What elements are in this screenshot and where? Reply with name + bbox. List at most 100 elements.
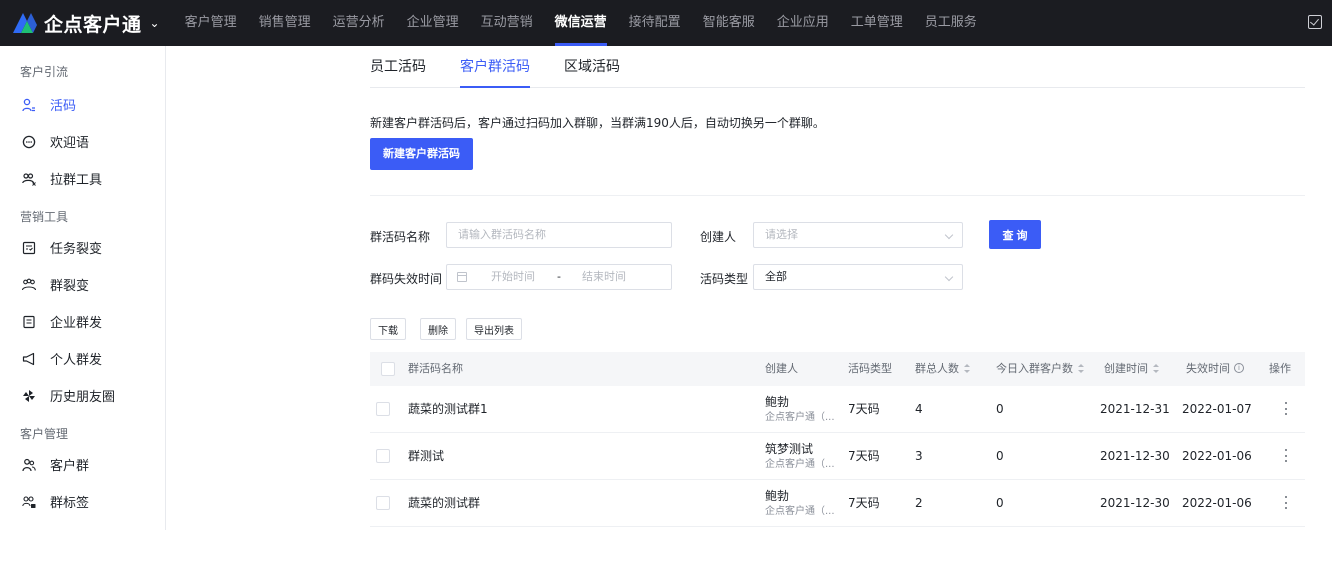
sort-icon[interactable] xyxy=(964,363,970,373)
name-filter-placeholder: 请输入群活码名称 xyxy=(458,228,546,241)
brand[interactable]: 企点客户通 ⌄ xyxy=(0,0,174,46)
table-row: 蔬菜的测试群1 鲍勃 企点客户通（... 7天码 4 0 2021-12-31 … xyxy=(370,386,1305,433)
topnav-ticket-management[interactable]: 工单管理 xyxy=(851,0,903,46)
column-header-total[interactable]: 群总人数 xyxy=(915,352,970,386)
tab-region-code[interactable]: 区域活码 xyxy=(564,46,620,87)
more-options-icon[interactable] xyxy=(1285,449,1288,462)
row-name[interactable]: 蔬菜的测试群 xyxy=(408,480,480,526)
type-select-value: 全部 xyxy=(765,270,787,283)
row-creator: 筑梦测试 企点客户通（... xyxy=(765,442,835,472)
tab-employee-code[interactable]: 员工活码 xyxy=(370,46,426,87)
row-created: 2021-12-31 xyxy=(1100,402,1170,416)
row-name[interactable]: 蔬菜的测试群1 xyxy=(408,386,488,432)
sort-icon[interactable] xyxy=(1153,363,1159,373)
sidebar-item-label: 群裂变 xyxy=(50,279,90,294)
sidebar-item-group-pull[interactable]: 拉群工具 xyxy=(0,160,165,197)
user-code-icon xyxy=(22,98,36,112)
column-header-expire-label: 失效时间 xyxy=(1186,362,1230,375)
expire-date-range[interactable]: 开始时间 - 结束时间 xyxy=(446,264,672,290)
sidebar-item-enterprise-broadcast[interactable]: 企业群发 xyxy=(0,303,165,340)
row-creator-org: 企点客户通（... xyxy=(765,506,835,517)
end-date-placeholder: 结束时间 xyxy=(582,270,626,283)
creator-filter-label: 创建人 xyxy=(700,230,737,244)
topnav-enterprise-apps[interactable]: 企业应用 xyxy=(777,0,829,46)
column-header-today-label: 今日入群客户数 xyxy=(996,362,1073,375)
row-checkbox[interactable] xyxy=(376,496,390,510)
sidebar-item-welcome[interactable]: 欢迎语 xyxy=(0,123,165,160)
column-header-created[interactable]: 创建时间 xyxy=(1104,352,1159,386)
topnav-employee-service[interactable]: 员工服务 xyxy=(925,0,977,46)
creator-select[interactable]: 请选择 xyxy=(753,222,963,248)
delete-button[interactable]: 删除 xyxy=(420,318,456,340)
topnav-operation-analysis[interactable]: 运营分析 xyxy=(333,0,385,46)
customer-group-icon xyxy=(22,458,36,472)
topnav-customer-management[interactable]: 客户管理 xyxy=(185,0,237,46)
sidebar-item-label: 群标签 xyxy=(50,496,90,511)
new-group-code-button[interactable]: 新建客户群活码 xyxy=(370,138,473,170)
topnav-reception-config[interactable]: 接待配置 xyxy=(629,0,681,46)
info-icon[interactable]: i xyxy=(1234,363,1244,373)
row-creator: 鲍勃 企点客户通（... xyxy=(765,489,835,519)
name-filter-input[interactable]: 请输入群活码名称 xyxy=(446,222,672,248)
select-all-checkbox[interactable] xyxy=(381,362,395,376)
topnav-interactive-marketing[interactable]: 互动营销 xyxy=(481,0,533,46)
task-icon xyxy=(22,241,36,255)
tab-customer-group-code[interactable]: 客户群活码 xyxy=(460,46,530,88)
more-options-icon[interactable] xyxy=(1285,402,1288,415)
row-name[interactable]: 群测试 xyxy=(408,433,444,479)
column-header-today[interactable]: 今日入群客户数 xyxy=(996,352,1084,386)
row-type: 7天码 xyxy=(848,496,880,510)
sidebar-item-personal-broadcast[interactable]: 个人群发 xyxy=(0,340,165,377)
sort-icon[interactable] xyxy=(1078,363,1084,373)
pinwheel-icon xyxy=(22,389,36,403)
name-filter-label: 群活码名称 xyxy=(370,230,431,244)
expire-filter-label: 群码失效时间 xyxy=(370,272,443,286)
tab-bar: 员工活码 客户群活码 区域活码 xyxy=(370,46,1305,88)
row-expire: 2022-01-06 xyxy=(1182,449,1252,463)
row-expire: 2022-01-07 xyxy=(1182,402,1252,416)
topnav-enterprise-management[interactable]: 企业管理 xyxy=(407,0,459,46)
table-header: 群活码名称 创建人 活码类型 群总人数 今日入群客户数 创建时间 失效时间 i 操… xyxy=(370,352,1305,386)
sidebar-item-group-tag[interactable]: 群标签 xyxy=(0,483,165,520)
sidebar-item-label: 活码 xyxy=(50,99,77,114)
sidebar-item-customer-group[interactable]: 客户群 xyxy=(0,446,165,483)
row-type: 7天码 xyxy=(848,402,880,416)
row-creator-org: 企点客户通（... xyxy=(765,412,835,423)
topnav-sales-management[interactable]: 销售管理 xyxy=(259,0,311,46)
row-expire: 2022-01-06 xyxy=(1182,496,1252,510)
sidebar-item-task-fission[interactable]: 任务裂变 xyxy=(0,229,165,266)
topnav-smart-service[interactable]: 智能客服 xyxy=(703,0,755,46)
sidebar-group-title: 客户管理 xyxy=(20,427,69,441)
sidebar-item-group-fission[interactable]: 群裂变 xyxy=(0,266,165,303)
page-description: 新建客户群活码后，客户通过扫码加入群聊，当群满190人后，自动切换另一个群聊。 xyxy=(370,116,825,130)
query-button[interactable]: 查 询 xyxy=(989,220,1041,249)
download-button[interactable]: 下载 xyxy=(370,318,406,340)
sidebar-group-title: 营销工具 xyxy=(20,210,69,224)
chevron-down-icon xyxy=(944,272,954,282)
row-total: 4 xyxy=(915,402,923,416)
megaphone-icon xyxy=(22,352,36,366)
sidebar-item-moments-history[interactable]: 历史朋友圈 xyxy=(0,377,165,414)
creator-select-placeholder: 请选择 xyxy=(765,228,798,241)
row-total: 2 xyxy=(915,496,923,510)
row-type: 7天码 xyxy=(848,449,880,463)
export-list-button[interactable]: 导出列表 xyxy=(466,318,522,340)
divider xyxy=(370,195,1305,196)
row-checkbox[interactable] xyxy=(376,402,390,416)
row-creator: 鲍勃 企点客户通（... xyxy=(765,395,835,425)
row-total: 3 xyxy=(915,449,923,463)
checkbox-square-icon[interactable] xyxy=(1308,15,1322,29)
chevron-down-icon[interactable]: ⌄ xyxy=(150,16,160,30)
sidebar-item-label: 企业群发 xyxy=(50,316,103,331)
more-options-icon[interactable] xyxy=(1285,496,1288,509)
row-creator-name: 筑梦测试 xyxy=(765,442,814,456)
sidebar-item-live-code[interactable]: 活码 xyxy=(0,86,165,123)
topnav-wechat-operation[interactable]: 微信运营 xyxy=(554,0,607,46)
type-select[interactable]: 全部 xyxy=(753,264,963,290)
main-content: 员工活码 客户群活码 区域活码 新建客户群活码后，客户通过扫码加入群聊，当群满1… xyxy=(370,46,1305,527)
row-today: 0 xyxy=(996,402,1004,416)
sidebar-item-label: 任务裂变 xyxy=(50,242,103,257)
row-checkbox[interactable] xyxy=(376,449,390,463)
row-creator-org: 企点客户通（... xyxy=(765,459,835,470)
column-header-created-label: 创建时间 xyxy=(1104,362,1148,375)
